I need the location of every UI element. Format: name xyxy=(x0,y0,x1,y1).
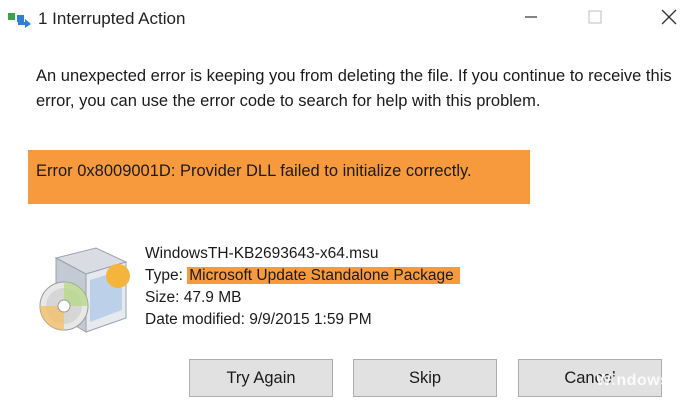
skip-button[interactable]: Skip xyxy=(353,359,497,397)
title-bar: 1 Interrupted Action xyxy=(0,0,700,40)
installer-package-icon xyxy=(34,240,136,336)
window-title: 1 Interrupted Action xyxy=(38,9,186,28)
file-details: WindowsTH-KB2693643-x64.msu Type: Micros… xyxy=(145,243,460,331)
close-button[interactable] xyxy=(646,0,692,38)
error-code-text: Error 0x8009001D: Provider DLL failed to… xyxy=(36,162,472,180)
file-type: Type: Microsoft Update Standalone Packag… xyxy=(145,265,460,287)
maximize-icon xyxy=(588,10,602,29)
close-icon xyxy=(661,9,677,30)
try-again-button[interactable]: Try Again xyxy=(189,359,333,397)
file-date-modified: Date modified: 9/9/2015 1:59 PM xyxy=(145,311,372,328)
file-name: WindowsTH-KB2693643-x64.msu xyxy=(145,245,379,262)
minimize-button[interactable] xyxy=(508,0,554,38)
error-code-banner: Error 0x8009001D: Provider DLL failed to… xyxy=(28,150,530,204)
maximize-button[interactable] xyxy=(572,0,618,38)
file-size: Size: 47.9 MB xyxy=(145,289,242,306)
error-message: An unexpected error is keeping you from … xyxy=(36,67,672,110)
watermark-text: Windows xyxy=(596,372,670,389)
minimize-icon xyxy=(525,10,537,28)
file-type-value: Microsoft Update Standalone Package xyxy=(187,267,460,284)
file-type-label: Type: xyxy=(145,267,188,284)
file-operation-icon xyxy=(8,10,32,28)
